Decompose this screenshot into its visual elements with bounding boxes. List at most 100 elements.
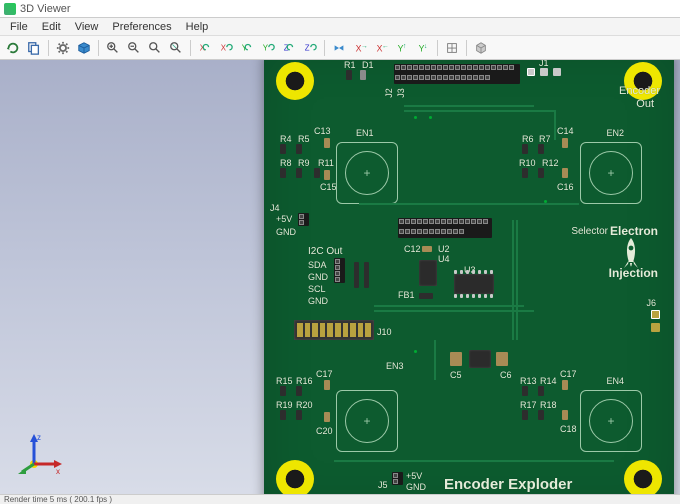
silk-j5: J5 xyxy=(378,480,388,490)
silk-fb1: FB1 xyxy=(398,290,415,300)
rotate-y-ccw-icon[interactable]: Y xyxy=(259,39,277,57)
trace xyxy=(334,460,614,462)
trace xyxy=(554,110,556,140)
silk-r8: R8 xyxy=(280,158,292,168)
smd xyxy=(422,246,432,252)
smd xyxy=(280,168,286,178)
silk-gnd: GND xyxy=(276,227,296,237)
pad xyxy=(460,294,463,298)
smd xyxy=(364,262,369,288)
trace xyxy=(404,110,554,112)
smd xyxy=(522,144,528,154)
svg-text:↓: ↓ xyxy=(424,43,428,50)
smd xyxy=(522,168,528,178)
silk-c15: C15 xyxy=(320,182,337,192)
silk-r20: R20 xyxy=(296,400,313,410)
motor-outline: + xyxy=(580,142,642,204)
silk-r11: R11 xyxy=(318,158,334,168)
status-text: Render time 5 ms ( 200.1 fps ) xyxy=(4,495,112,504)
smd xyxy=(354,262,359,288)
svg-text:X: X xyxy=(221,43,227,52)
toolbar: X X Y Y Z Z X→ X← Y↑ Y↓ xyxy=(0,36,680,60)
smd xyxy=(360,70,366,80)
move-left-icon[interactable]: X→ xyxy=(351,39,369,57)
zoom-out-icon[interactable] xyxy=(125,39,143,57)
trace xyxy=(434,340,436,380)
smd xyxy=(296,168,302,178)
silk-r1: R1 xyxy=(344,60,356,70)
silk-en1: EN1 xyxy=(356,128,374,138)
window-title: 3D Viewer xyxy=(20,3,71,15)
silk-c17: C17 xyxy=(316,369,333,379)
pad xyxy=(460,270,463,274)
pcb-board: J2 J3 R1 D1 J1 Encoder Out + EN1 + EN2 +… xyxy=(264,60,674,494)
viewport-3d[interactable]: z x J2 J3 R1 D1 J1 xyxy=(0,60,680,494)
rotate-y-cw-icon[interactable]: Y xyxy=(238,39,256,57)
pad xyxy=(490,270,493,274)
smd xyxy=(562,168,568,178)
zoom-fit-icon[interactable] xyxy=(146,39,164,57)
smd xyxy=(496,352,508,366)
rotate-z-ccw-icon[interactable]: Z xyxy=(301,39,319,57)
smd xyxy=(324,138,330,148)
silk-j2: J2 xyxy=(384,88,394,98)
smd xyxy=(280,144,286,154)
move-up-icon[interactable]: Y↑ xyxy=(393,39,411,57)
gear-icon[interactable] xyxy=(54,39,72,57)
silk-c5: C5 xyxy=(450,370,462,380)
silk-title: Encoder Exploder xyxy=(444,476,572,493)
regulator xyxy=(469,350,491,368)
menu-edit[interactable]: Edit xyxy=(36,20,67,34)
silk-encoder: Encoder xyxy=(619,85,660,97)
zoom-in-icon[interactable] xyxy=(104,39,122,57)
rotate-x-cw-icon[interactable]: X xyxy=(196,39,214,57)
smd xyxy=(296,386,302,396)
rotate-z-cw-icon[interactable]: Z xyxy=(280,39,298,57)
svg-text:Y: Y xyxy=(263,43,269,52)
silk-j10: J10 xyxy=(377,327,392,337)
trace xyxy=(404,105,534,107)
header-j2 xyxy=(394,64,520,84)
pad xyxy=(454,294,457,298)
sep xyxy=(324,40,325,56)
silk-en2: EN2 xyxy=(606,128,624,138)
iso-cube-icon[interactable] xyxy=(472,39,490,57)
header-center xyxy=(398,218,492,238)
sep xyxy=(48,40,49,56)
silk-c18: C18 xyxy=(560,424,577,434)
smd xyxy=(346,70,352,80)
copy-icon[interactable] xyxy=(25,39,43,57)
mounting-hole xyxy=(624,460,662,494)
smd xyxy=(522,410,528,420)
smd xyxy=(296,144,302,154)
menu-help[interactable]: Help xyxy=(180,20,215,34)
move-right-icon[interactable]: X← xyxy=(372,39,390,57)
silk-c20: C20 xyxy=(316,426,333,436)
menu-preferences[interactable]: Preferences xyxy=(106,20,177,34)
silk-c14: C14 xyxy=(557,126,574,136)
flip-icon[interactable] xyxy=(330,39,348,57)
pad xyxy=(490,294,493,298)
silk-r5: R5 xyxy=(298,134,310,144)
smd xyxy=(324,170,330,180)
titlebar: 3D Viewer xyxy=(0,0,680,18)
smd xyxy=(538,410,544,420)
smd xyxy=(450,352,462,366)
menu-file[interactable]: File xyxy=(4,20,34,34)
cube-icon[interactable] xyxy=(75,39,93,57)
silk-gnd3: GND xyxy=(308,296,328,306)
mounting-hole xyxy=(276,460,314,494)
trace xyxy=(374,310,534,312)
smd xyxy=(522,386,528,396)
svg-text:←: ← xyxy=(382,43,388,50)
pad xyxy=(540,68,548,76)
silk-brand1: Selector xyxy=(571,226,608,237)
zoom-redraw-icon[interactable] xyxy=(167,39,185,57)
rotate-x-ccw-icon[interactable]: X xyxy=(217,39,235,57)
menu-view[interactable]: View xyxy=(69,20,105,34)
reload-icon[interactable] xyxy=(4,39,22,57)
silk-r17: R17 xyxy=(520,400,537,410)
ortho-icon[interactable] xyxy=(443,39,461,57)
move-down-icon[interactable]: Y↓ xyxy=(414,39,432,57)
pad xyxy=(527,68,535,76)
